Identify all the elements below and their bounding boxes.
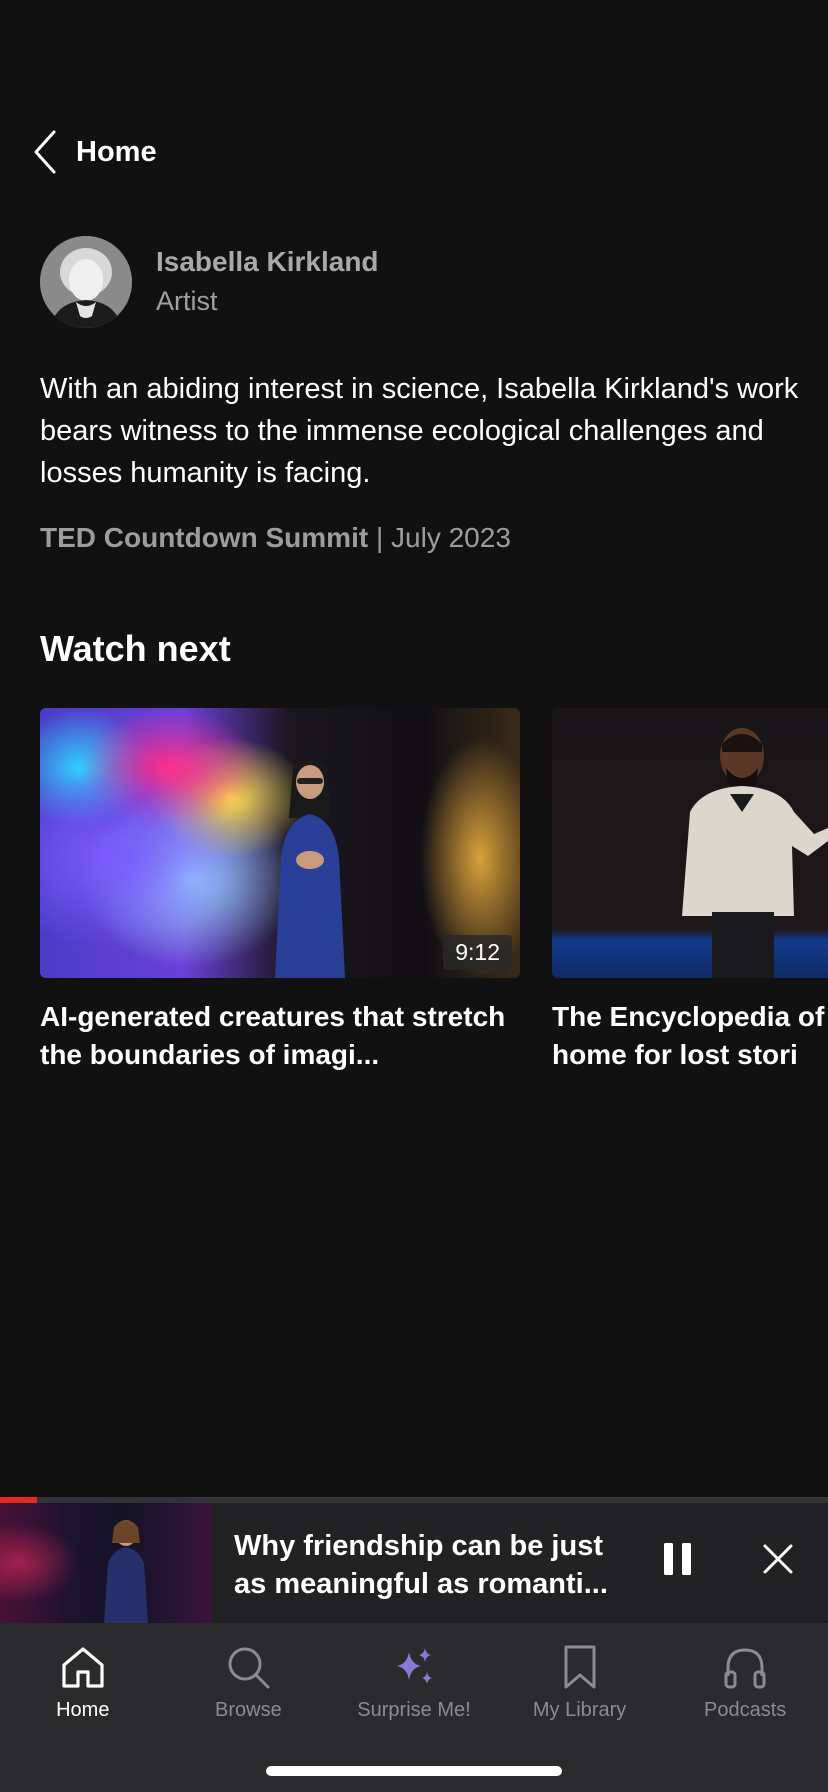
tab-label: Home	[56, 1699, 110, 1721]
talk-description: With an abiding interest in science, Isa…	[40, 373, 799, 489]
tab-podcasts[interactable]: Podcasts	[662, 1623, 828, 1792]
tab-label: My Library	[532, 1699, 627, 1721]
watch-next-carousel[interactable]: 9:12 AI-generated creatures that stretch…	[40, 708, 828, 1074]
sparkle-icon	[390, 1643, 438, 1691]
pause-icon[interactable]	[660, 1535, 696, 1583]
now-playing-thumbnail[interactable]	[0, 1503, 212, 1623]
home-indicator[interactable]	[266, 1766, 562, 1776]
avatar[interactable]	[40, 236, 132, 328]
top-nav: Home	[32, 128, 157, 176]
video-title[interactable]: The Encyclopedia of a home for lost stor…	[552, 998, 828, 1074]
event-separator: |	[368, 522, 392, 553]
speaker-header: Isabella Kirkland Artist	[40, 236, 379, 328]
presenter-figure	[275, 760, 345, 978]
tab-label: Browse	[215, 1699, 282, 1721]
event-line: TED Countdown Summit | July 2023	[40, 522, 511, 554]
speaker-info: Isabella Kirkland Artist	[156, 243, 379, 321]
now-playing-title[interactable]: Why friendship can be just as meaningful…	[234, 1527, 634, 1603]
speaker-name[interactable]: Isabella Kirkland	[156, 243, 379, 281]
event-name: TED Countdown Summit	[40, 522, 369, 553]
bookmark-icon	[556, 1643, 604, 1691]
watch-next-heading: Watch next	[40, 628, 231, 669]
speaker-role: Artist	[156, 286, 218, 316]
video-thumbnail[interactable]: 9:12	[40, 708, 520, 978]
talk-detail-screen: Home Isabella Kirkland Artist With an ab…	[0, 0, 828, 1792]
presenter-figure	[682, 728, 828, 978]
tab-home[interactable]: Home	[0, 1623, 166, 1792]
tab-label: Podcasts	[704, 1699, 787, 1721]
video-card[interactable]: The Encyclopedia of a home for lost stor…	[552, 708, 828, 1074]
mini-player[interactable]: Why friendship can be just as meaningful…	[0, 1497, 828, 1623]
presenter-figure	[104, 1520, 148, 1623]
search-icon	[224, 1643, 272, 1691]
chevron-left-icon[interactable]	[32, 128, 62, 176]
close-icon[interactable]	[762, 1541, 794, 1577]
headphones-icon	[721, 1643, 769, 1691]
tab-bar: Home Browse Surprise Me! My Library Podc…	[0, 1623, 828, 1792]
home-icon	[59, 1643, 107, 1691]
video-card[interactable]: 9:12 AI-generated creatures that stretch…	[40, 708, 520, 1074]
tab-label: Surprise Me!	[357, 1699, 471, 1721]
video-thumbnail[interactable]	[552, 708, 828, 978]
event-date: July 2023	[391, 522, 511, 553]
duration-badge: 9:12	[443, 935, 512, 970]
back-button[interactable]: Home	[76, 136, 157, 169]
video-title[interactable]: AI-generated creatures that stretch the …	[40, 998, 520, 1074]
